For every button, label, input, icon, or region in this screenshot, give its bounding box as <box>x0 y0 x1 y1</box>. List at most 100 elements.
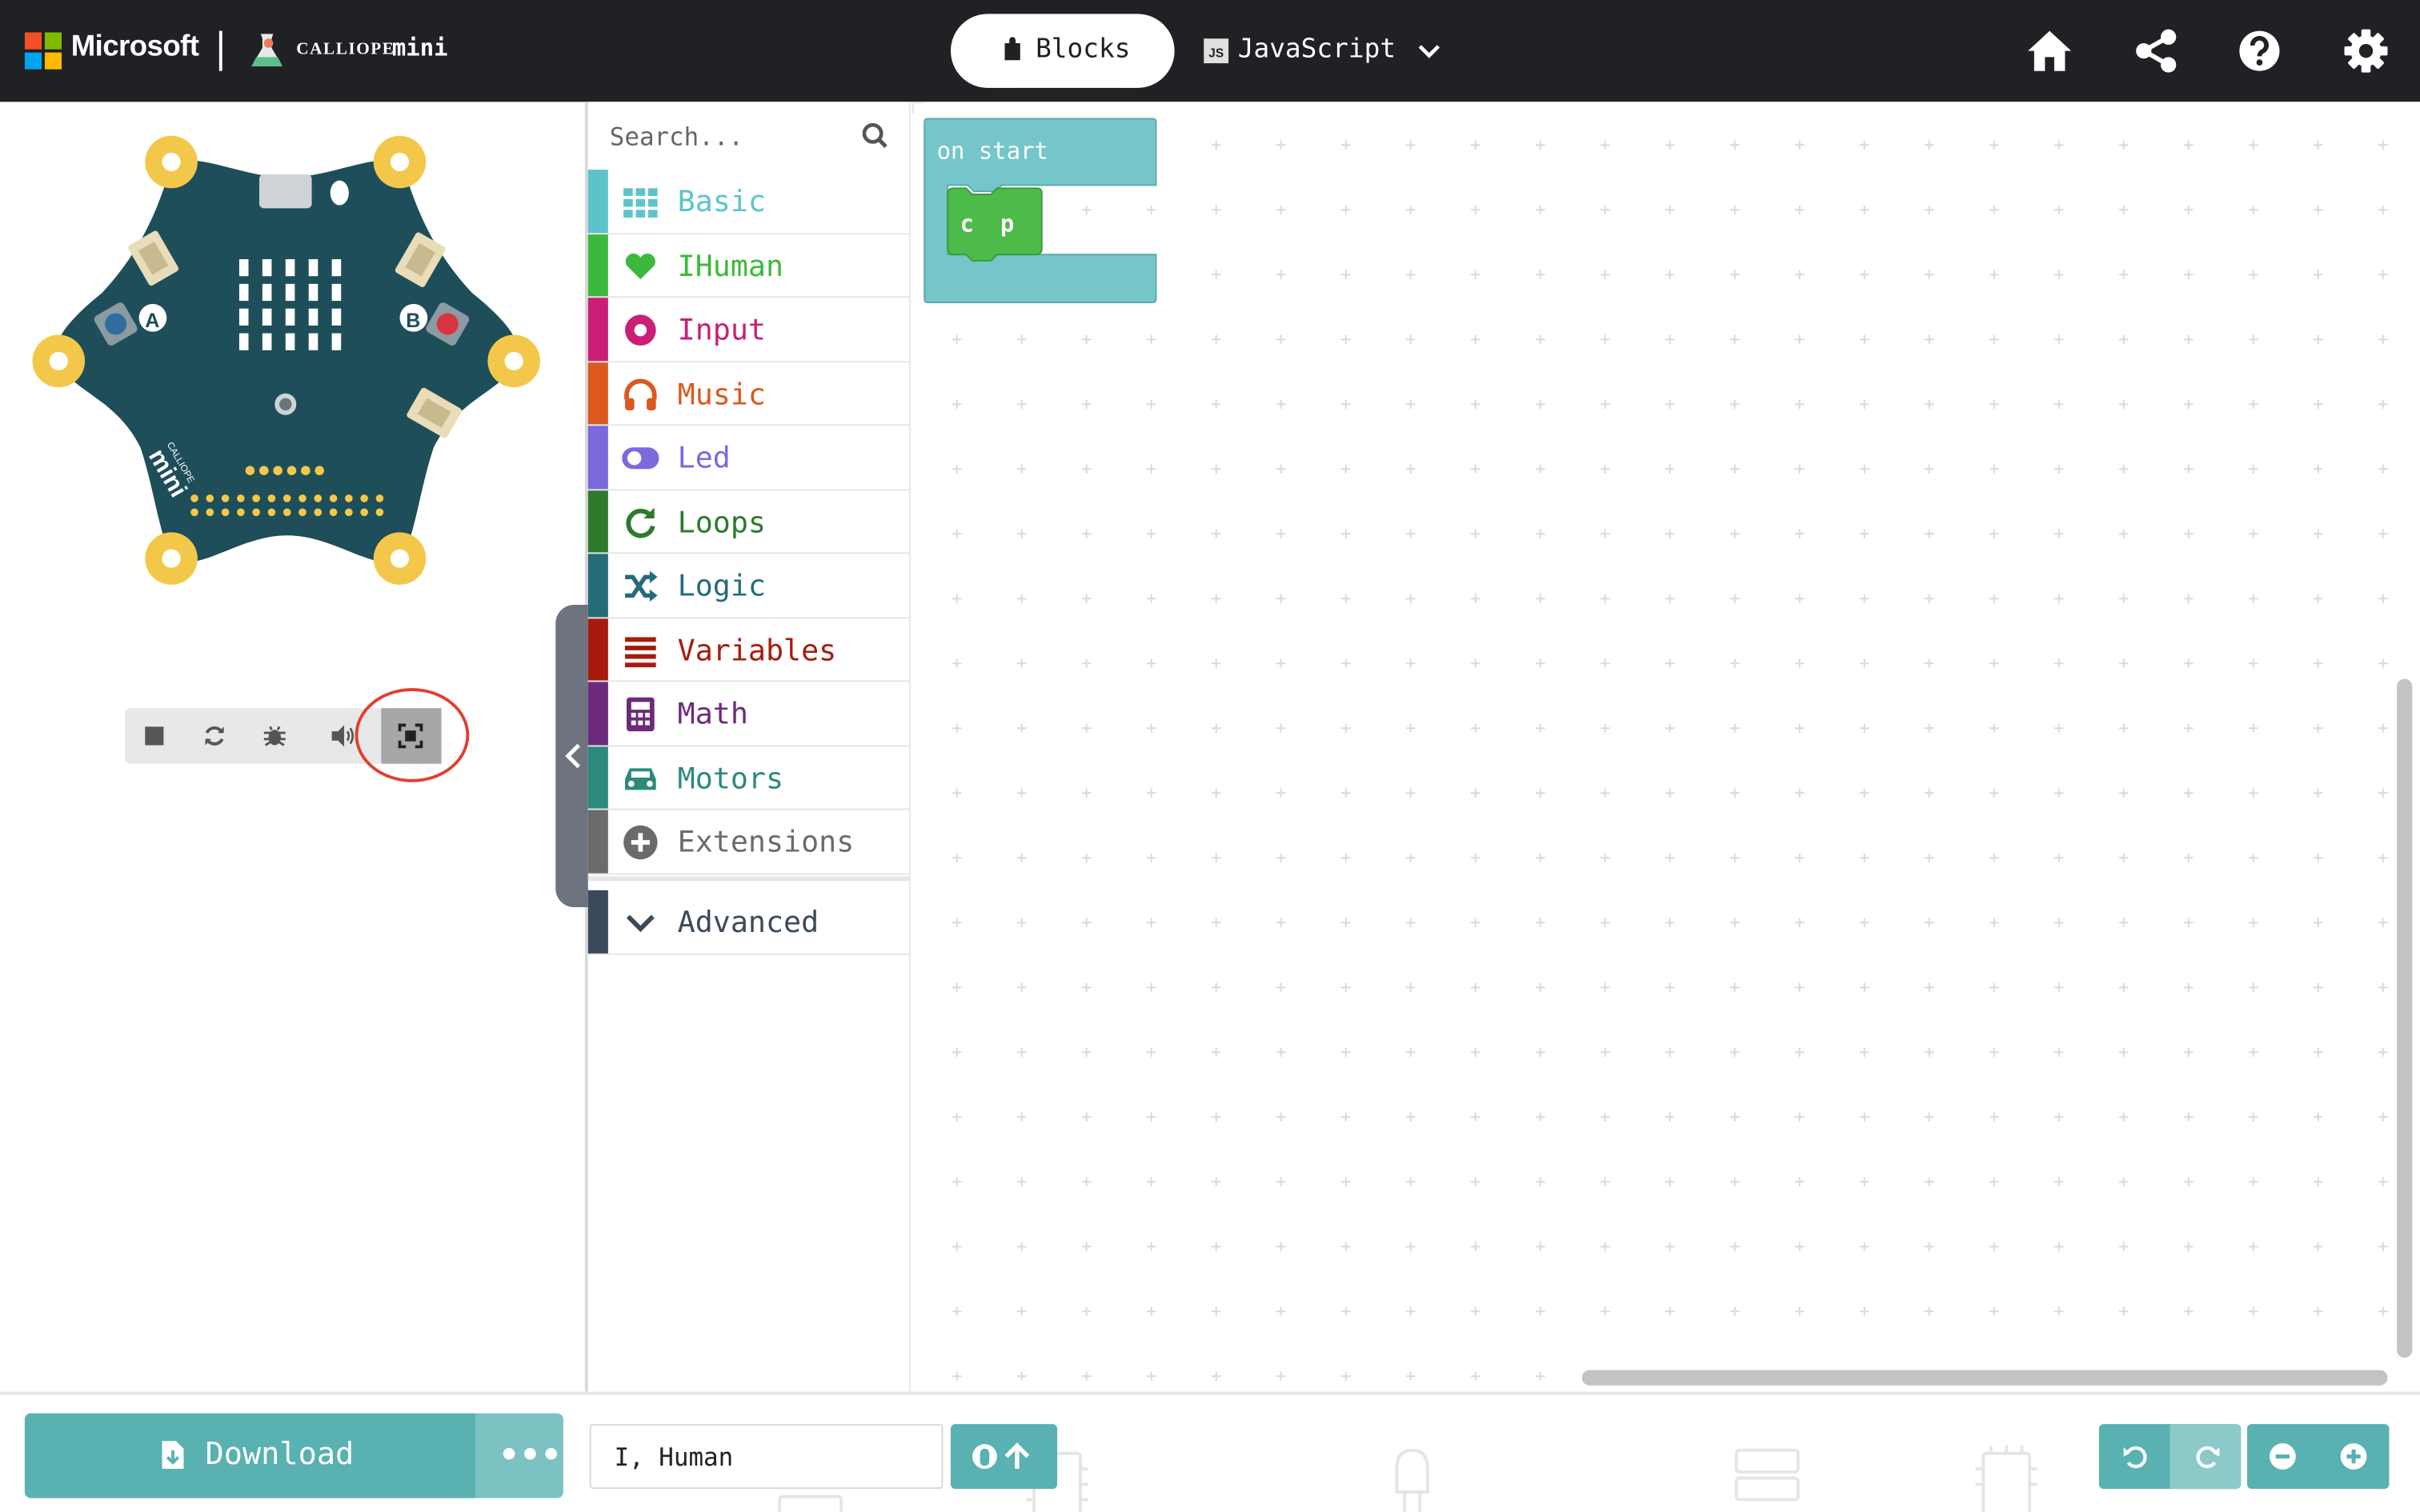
brand-name[interactable]: Microsoft <box>71 31 199 65</box>
car-icon <box>625 767 656 790</box>
help-icon[interactable] <box>2235 26 2285 76</box>
zoom-out-icon[interactable] <box>2267 1441 2298 1472</box>
calliope-board-simulator[interactable]: A B mini CALLIOPE <box>25 131 550 594</box>
vertical-scrollbar[interactable] <box>2397 678 2413 1358</box>
github-publish-button[interactable] <box>950 1424 1058 1490</box>
category-color-bar <box>587 362 608 425</box>
category-ihuman[interactable]: IHuman <box>587 234 909 298</box>
category-advanced[interactable]: Advanced <box>587 890 909 954</box>
category-label: Math <box>677 697 748 732</box>
category-variables[interactable]: Variables <box>587 618 909 682</box>
lines-icon <box>625 636 656 667</box>
github-upload-icon <box>972 1442 1030 1469</box>
radio-target-icon <box>625 314 656 346</box>
category-color-bar <box>587 810 608 873</box>
share-icon[interactable] <box>2131 26 2181 76</box>
bottom-toolbar: Download ••• <box>0 1391 2420 1512</box>
category-color-bar <box>587 890 608 953</box>
debug-simulator-button[interactable] <box>246 708 306 763</box>
undo-icon[interactable] <box>2121 1441 2152 1472</box>
tab-blocks[interactable]: Blocks <box>950 14 1175 88</box>
redo-icon <box>2196 1446 2220 1469</box>
category-motors[interactable]: Motors <box>587 746 909 810</box>
download-icon <box>162 1441 184 1469</box>
tab-blocks-label: Blocks <box>1036 34 1131 65</box>
block-toolbox: Basic IHuman Input Music Led Loops <box>587 102 911 1392</box>
category-color-bar <box>587 682 608 745</box>
toolbox-search <box>588 102 909 170</box>
headphones-icon <box>624 378 657 410</box>
category-led[interactable]: Led <box>587 426 909 490</box>
settings-icon[interactable] <box>2342 26 2391 76</box>
search-icon[interactable] <box>861 122 889 150</box>
puzzle-icon <box>1004 37 1020 61</box>
collapse-simulator-button[interactable] <box>555 604 590 907</box>
calliope-logo-icon[interactable] <box>247 31 287 71</box>
top-header: Microsoft CALLIOPE mini Blocks JS JavaSc… <box>0 0 2420 102</box>
category-label: Music <box>677 377 766 411</box>
zoom-group <box>2246 1424 2390 1490</box>
category-label: Input <box>677 313 766 347</box>
tab-javascript[interactable]: JS JavaScript <box>1200 14 1448 88</box>
grid-icon <box>623 188 658 218</box>
project-name-input[interactable] <box>589 1424 944 1490</box>
category-math[interactable]: Math <box>587 682 909 746</box>
category-label: Motors <box>677 761 784 796</box>
category-loops[interactable]: Loops <box>587 490 909 554</box>
category-color-bar <box>587 746 608 809</box>
highlight-annotation-circle <box>355 688 470 782</box>
chip-decoration-icon <box>1734 1448 1800 1502</box>
chevron-left-icon <box>565 743 580 769</box>
category-label: IHuman <box>677 249 784 283</box>
tab-javascript-label: JavaScript <box>1237 34 1396 65</box>
chip-decoration-icon <box>1975 1446 2037 1512</box>
horizontal-scrollbar[interactable] <box>1581 1370 2388 1386</box>
button-b-label: B <box>406 310 420 332</box>
category-color-bar <box>587 426 608 489</box>
stop-icon <box>145 726 164 746</box>
category-extensions[interactable]: Extensions <box>587 810 909 874</box>
category-color-bar <box>587 554 608 617</box>
download-button[interactable]: Download <box>24 1413 475 1498</box>
led-decoration-icon <box>1395 1448 1429 1512</box>
loop-icon <box>626 506 655 538</box>
javascript-icon: JS <box>1204 38 1229 64</box>
category-music[interactable]: Music <box>587 362 909 426</box>
toggle-icon <box>622 447 659 470</box>
category-logic[interactable]: Logic <box>587 554 909 618</box>
category-color-bar <box>587 298 608 361</box>
category-input[interactable]: Input <box>587 298 909 362</box>
more-dots-icon: ••• <box>496 1433 563 1480</box>
product-name-small: CALLIOPE <box>296 40 395 59</box>
undo-redo-group <box>2098 1424 2242 1490</box>
chevron-down-icon[interactable] <box>1416 38 1441 63</box>
shuffle-icon <box>625 570 658 602</box>
download-label: Download <box>205 1434 355 1472</box>
category-color-bar <box>587 170 608 233</box>
heart-icon <box>625 253 655 279</box>
app-root: Microsoft CALLIOPE mini Blocks JS JavaSc… <box>0 0 2420 1512</box>
home-icon[interactable] <box>2025 26 2074 76</box>
calculator-icon <box>626 697 655 732</box>
category-color-bar <box>587 618 608 681</box>
category-label: Variables <box>677 633 837 668</box>
category-label: Loops <box>677 505 766 540</box>
more-options-button[interactable]: ••• <box>475 1413 563 1498</box>
chevron-down-icon <box>626 914 655 933</box>
advanced-separator <box>587 876 909 882</box>
inner-block-label: c p r <box>960 210 1061 238</box>
restart-simulator-button[interactable] <box>185 708 245 763</box>
zoom-in-icon[interactable] <box>2338 1441 2370 1472</box>
product-name-mini: mini <box>391 34 448 62</box>
redo-button[interactable] <box>2170 1424 2242 1490</box>
category-label: Led <box>677 441 731 475</box>
category-label: Logic <box>677 569 766 604</box>
category-color-bar <box>587 234 608 297</box>
stop-simulator-button[interactable] <box>125 708 185 763</box>
category-label: Extensions <box>677 825 855 860</box>
restart-icon <box>205 726 224 746</box>
category-label: Advanced <box>677 906 819 940</box>
search-input[interactable] <box>606 114 854 158</box>
category-label: Basic <box>677 185 766 219</box>
category-basic[interactable]: Basic <box>587 170 909 234</box>
